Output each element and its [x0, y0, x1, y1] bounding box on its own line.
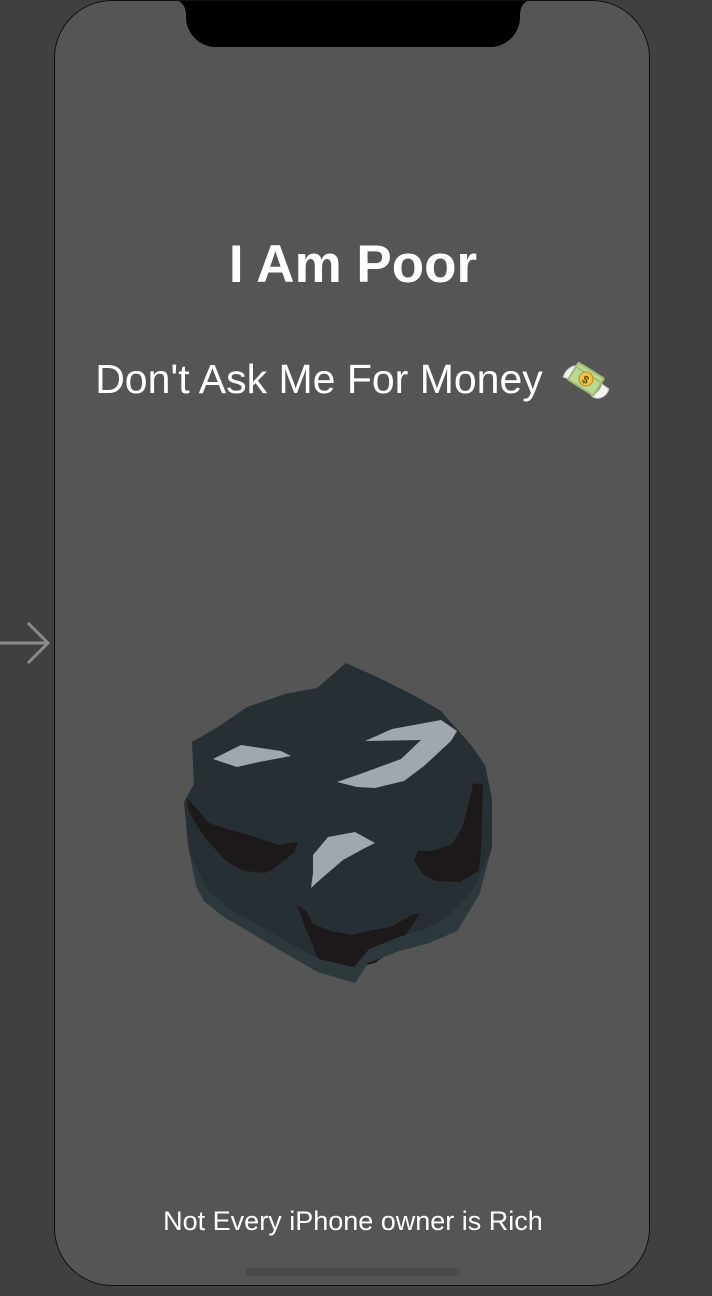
money-with-wings-icon: $	[562, 361, 610, 399]
iphone-screen: I Am Poor Don't Ask Me For Money $ Not E…	[54, 0, 650, 1286]
device-notch	[172, 1, 534, 47]
subtitle-row: Don't Ask Me For Money $	[55, 351, 649, 407]
entry-point-arrow-icon	[0, 621, 51, 665]
home-indicator[interactable]	[246, 1268, 460, 1276]
coal-image	[184, 663, 492, 983]
storyboard-canvas: I Am Poor Don't Ask Me For Money $ Not E…	[0, 0, 712, 1296]
page-title: I Am Poor	[228, 235, 478, 294]
subtitle-label: Don't Ask Me For Money	[95, 356, 543, 402]
footer-caption: Not Every iPhone owner is Rich	[163, 1206, 543, 1236]
